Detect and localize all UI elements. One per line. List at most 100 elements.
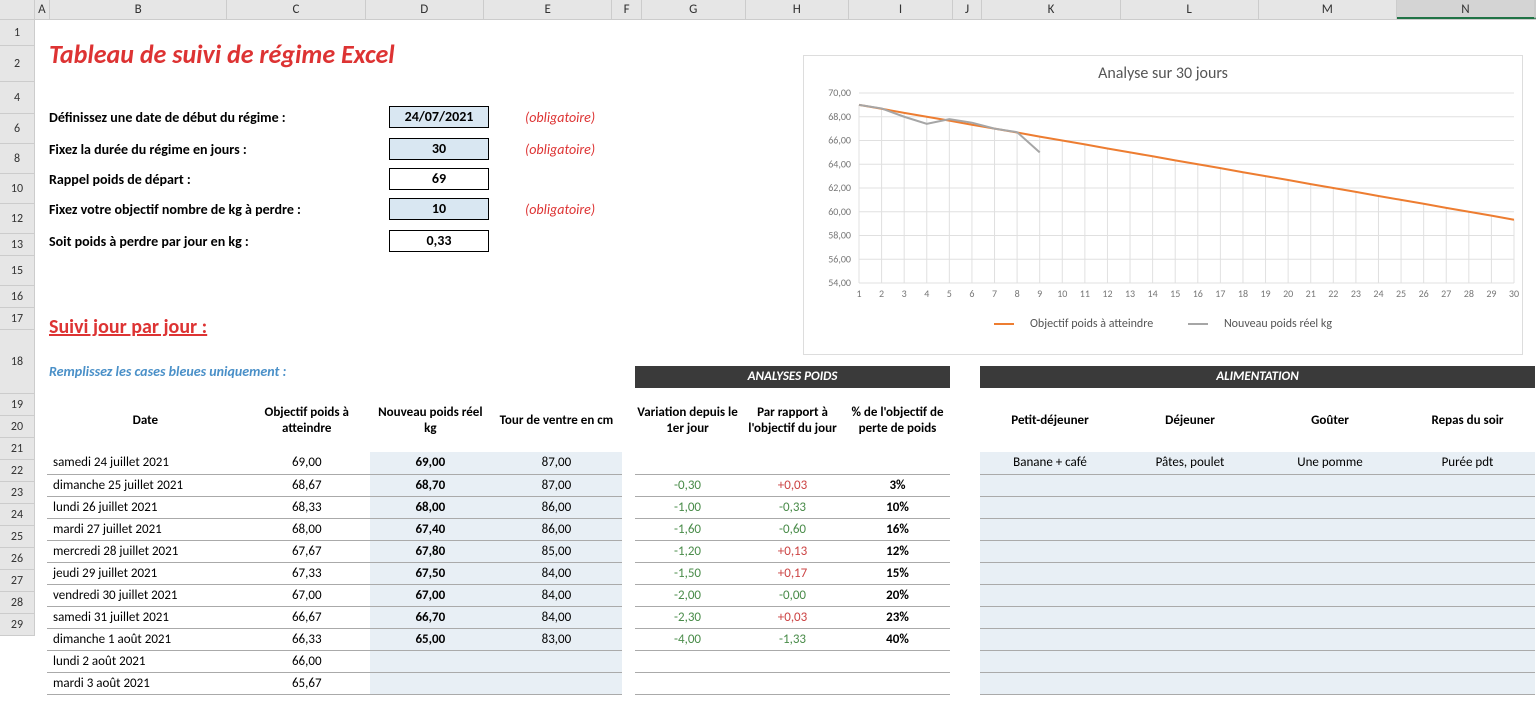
param-duration-input[interactable]: 30 <box>389 138 489 160</box>
cell-date[interactable]: dimanche 1 août 2021 <box>47 628 244 650</box>
cell-gouter[interactable] <box>1260 562 1400 584</box>
col-header-M[interactable]: M <box>1259 0 1397 19</box>
row-header-28[interactable]: 28 <box>0 592 34 614</box>
cell-tour[interactable]: 87,00 <box>491 474 622 496</box>
param-start-input[interactable]: 24/07/2021 <box>389 106 489 128</box>
col-header-E[interactable]: E <box>484 0 612 19</box>
row-header-8[interactable]: 8 <box>0 144 34 174</box>
cell-tour[interactable]: 86,00 <box>491 496 622 518</box>
cell-date[interactable]: mercredi 28 juillet 2021 <box>47 540 244 562</box>
row-header-29[interactable]: 29 <box>0 614 34 636</box>
col-header-A[interactable]: A <box>35 0 50 19</box>
cell-tour[interactable]: 84,00 <box>491 584 622 606</box>
row-header-4[interactable]: 4 <box>0 82 34 114</box>
cell-gouter[interactable]: Une pomme <box>1260 452 1400 474</box>
cell-dej[interactable] <box>1120 584 1260 606</box>
cell-nouveau[interactable]: 65,00 <box>370 628 491 650</box>
param-target-input[interactable]: 10 <box>389 198 489 220</box>
row-header-18[interactable]: 18 <box>0 330 34 394</box>
col-header-F[interactable]: F <box>612 0 642 19</box>
row-header-20[interactable]: 20 <box>0 416 34 438</box>
col-header-G[interactable]: G <box>642 0 746 19</box>
cell-gouter[interactable] <box>1260 672 1400 694</box>
cell-date[interactable]: dimanche 25 juillet 2021 <box>47 474 244 496</box>
cell-petit[interactable] <box>980 474 1120 496</box>
cell-petit[interactable] <box>980 496 1120 518</box>
cell-gouter[interactable] <box>1260 650 1400 672</box>
row-header-15[interactable]: 15 <box>0 256 34 286</box>
cell-tour[interactable] <box>491 672 622 694</box>
row-header-19[interactable]: 19 <box>0 394 34 416</box>
cell-repas[interactable] <box>1400 518 1535 540</box>
select-all-corner[interactable] <box>0 0 35 20</box>
cell-date[interactable]: lundi 2 août 2021 <box>47 650 244 672</box>
cell-dej[interactable] <box>1120 496 1260 518</box>
col-header-K[interactable]: K <box>982 0 1120 19</box>
cell-dej[interactable] <box>1120 628 1260 650</box>
row-header-1[interactable]: 1 <box>0 20 34 46</box>
cell-repas[interactable] <box>1400 562 1535 584</box>
cell-date[interactable]: samedi 24 juillet 2021 <box>47 452 244 474</box>
cell-repas[interactable] <box>1400 672 1535 694</box>
cell-gouter[interactable] <box>1260 584 1400 606</box>
cell-nouveau[interactable]: 68,70 <box>370 474 491 496</box>
cell-nouveau[interactable]: 67,50 <box>370 562 491 584</box>
row-header-13[interactable]: 13 <box>0 234 34 256</box>
cell-tour[interactable]: 83,00 <box>491 628 622 650</box>
cell-petit[interactable] <box>980 540 1120 562</box>
row-header-16[interactable]: 16 <box>0 286 34 308</box>
row-header-24[interactable]: 24 <box>0 504 34 526</box>
cell-repas[interactable] <box>1400 650 1535 672</box>
col-header-N[interactable]: N <box>1397 0 1535 19</box>
cell-petit[interactable] <box>980 584 1120 606</box>
cell-dej[interactable] <box>1120 562 1260 584</box>
cell-date[interactable]: mardi 27 juillet 2021 <box>47 518 244 540</box>
cell-dej[interactable] <box>1120 650 1260 672</box>
cell-repas[interactable] <box>1400 628 1535 650</box>
cell-dej[interactable] <box>1120 606 1260 628</box>
col-header-H[interactable]: H <box>746 0 850 19</box>
cell-nouveau[interactable]: 69,00 <box>370 452 491 474</box>
row-header-25[interactable]: 25 <box>0 526 34 548</box>
cell-petit[interactable] <box>980 628 1120 650</box>
cell-dej[interactable] <box>1120 672 1260 694</box>
cell-gouter[interactable] <box>1260 518 1400 540</box>
cell-date[interactable]: samedi 31 juillet 2021 <box>47 606 244 628</box>
cell-gouter[interactable] <box>1260 606 1400 628</box>
cell-tour[interactable]: 87,00 <box>491 452 622 474</box>
cell-nouveau[interactable]: 67,40 <box>370 518 491 540</box>
col-header-L[interactable]: L <box>1121 0 1259 19</box>
col-header-B[interactable]: B <box>50 0 228 19</box>
cell-nouveau[interactable] <box>370 672 491 694</box>
cell-tour[interactable]: 85,00 <box>491 540 622 562</box>
cell-repas[interactable] <box>1400 496 1535 518</box>
row-header-6[interactable]: 6 <box>0 114 34 144</box>
row-header-12[interactable]: 12 <box>0 204 34 234</box>
cell-repas[interactable]: Purée pdt <box>1400 452 1535 474</box>
cell-petit[interactable]: Banane + café <box>980 452 1120 474</box>
cell-petit[interactable] <box>980 562 1120 584</box>
cell-dej[interactable] <box>1120 540 1260 562</box>
cell-dej[interactable]: Pâtes, poulet <box>1120 452 1260 474</box>
row-header-27[interactable]: 27 <box>0 570 34 592</box>
row-header-26[interactable]: 26 <box>0 548 34 570</box>
cell-petit[interactable] <box>980 650 1120 672</box>
chart-container[interactable]: Analyse sur 30 jours 54,0056,0058,0060,0… <box>803 55 1523 355</box>
cell-repas[interactable] <box>1400 584 1535 606</box>
cell-gouter[interactable] <box>1260 496 1400 518</box>
cell-petit[interactable] <box>980 672 1120 694</box>
cell-date[interactable]: lundi 26 juillet 2021 <box>47 496 244 518</box>
cell-nouveau[interactable] <box>370 650 491 672</box>
col-header-J[interactable]: J <box>953 0 983 19</box>
cell-repas[interactable] <box>1400 474 1535 496</box>
row-header-22[interactable]: 22 <box>0 460 34 482</box>
cell-nouveau[interactable]: 67,00 <box>370 584 491 606</box>
cell-nouveau[interactable]: 66,70 <box>370 606 491 628</box>
cell-repas[interactable] <box>1400 606 1535 628</box>
col-header-I[interactable]: I <box>849 0 953 19</box>
cell-tour[interactable]: 86,00 <box>491 518 622 540</box>
row-header-23[interactable]: 23 <box>0 482 34 504</box>
cell-tour[interactable]: 84,00 <box>491 562 622 584</box>
row-header-21[interactable]: 21 <box>0 438 34 460</box>
cell-repas[interactable] <box>1400 540 1535 562</box>
